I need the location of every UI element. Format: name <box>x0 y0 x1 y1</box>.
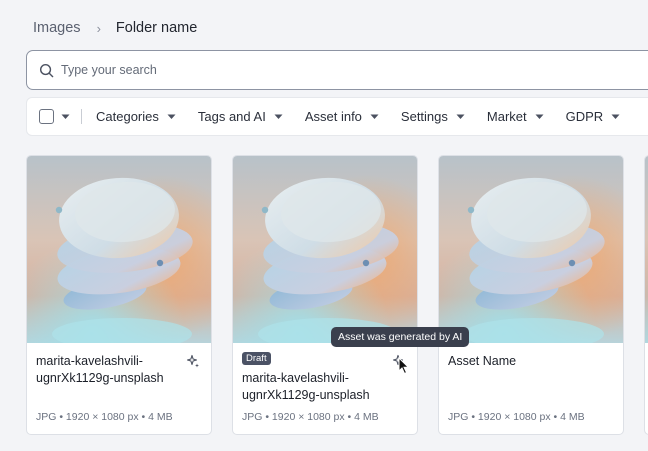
asset-card[interactable] <box>644 155 648 435</box>
select-options-caret-icon[interactable] <box>61 114 70 120</box>
asset-name: Asset Name <box>448 354 517 368</box>
divider <box>81 109 82 124</box>
search-icon <box>39 63 54 77</box>
search-input[interactable] <box>61 63 561 77</box>
mouse-pointer-icon <box>398 357 410 375</box>
ai-tooltip: Asset was generated by AI <box>331 327 470 347</box>
filter-market[interactable]: Market <box>487 109 544 124</box>
filter-label: Market <box>486 109 527 124</box>
caret-down-icon <box>370 114 379 120</box>
filter-settings[interactable]: Settings <box>401 109 465 124</box>
filter-asset-info[interactable]: Asset info <box>305 109 379 124</box>
asset-card[interactable]: Draft marita-kavelashvili-ugnrXk1129g-un… <box>232 155 418 435</box>
filter-bar: Categories Tags and AI Asset info Settin… <box>26 97 648 136</box>
asset-thumbnail <box>27 156 211 343</box>
asset-thumbnail <box>233 156 417 343</box>
caret-down-icon <box>535 114 544 120</box>
caret-down-icon <box>611 114 620 120</box>
asset-card[interactable]: Asset Name JPG • 1920 × 1080 px • 4 MB <box>438 155 624 435</box>
filter-label: Settings <box>400 109 448 124</box>
filter-label: Asset info <box>304 109 362 124</box>
select-all-checkbox[interactable] <box>39 109 54 124</box>
filter-label: Categories <box>96 109 159 124</box>
filter-label: GDPR <box>565 109 604 124</box>
caret-down-icon <box>456 114 465 120</box>
filter-label: Tags and AI <box>197 109 266 124</box>
sparkle-icon[interactable] <box>186 354 200 368</box>
caret-down-icon <box>274 114 283 120</box>
breadcrumb-separator: › <box>96 20 101 36</box>
filter-gdpr[interactable]: GDPR <box>566 109 621 124</box>
asset-name: marita-kavelashvili-ugnrXk1129g-unsplash <box>242 371 370 402</box>
asset-meta: JPG • 1920 × 1080 px • 4 MB <box>242 411 379 423</box>
breadcrumb-images-link[interactable]: Images <box>33 20 81 36</box>
asset-name: marita-kavelashvili-ugnrXk1129g-unsplash <box>36 354 164 385</box>
asset-card[interactable]: marita-kavelashvili-ugnrXk1129g-unsplash… <box>26 155 212 435</box>
asset-meta: JPG • 1920 × 1080 px • 4 MB <box>448 411 585 423</box>
status-badge: Draft <box>242 352 271 365</box>
caret-down-icon <box>167 114 176 120</box>
breadcrumb-current: Folder name <box>115 20 198 36</box>
breadcrumb: Images › Folder name <box>33 18 197 38</box>
filter-categories[interactable]: Categories <box>96 109 176 124</box>
asset-thumbnail <box>439 156 623 343</box>
filter-tags-and-ai[interactable]: Tags and AI <box>198 109 283 124</box>
asset-meta: JPG • 1920 × 1080 px • 4 MB <box>36 411 173 423</box>
search-bar[interactable] <box>26 50 648 90</box>
